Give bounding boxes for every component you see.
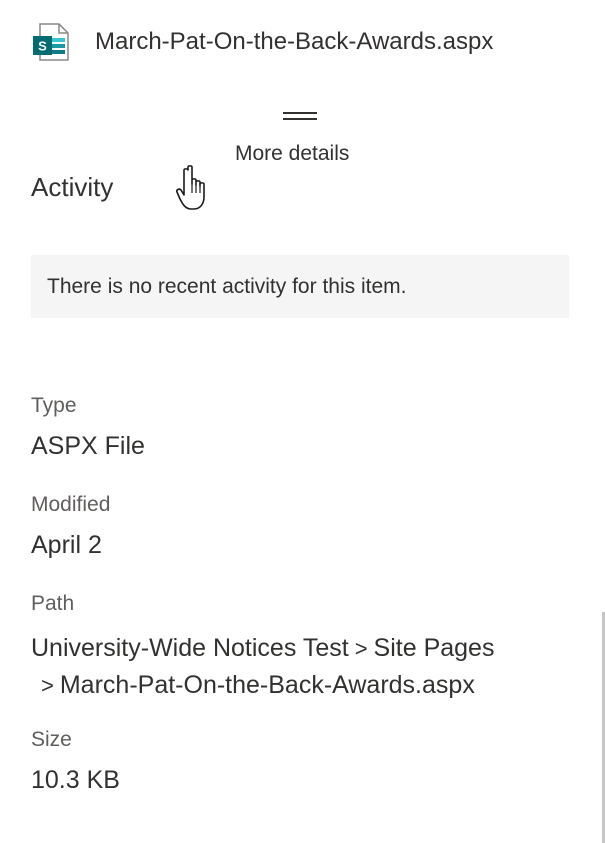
modified-label: Modified: [31, 493, 111, 516]
size-label: Size: [31, 728, 72, 751]
chevron-right-icon: >: [354, 636, 368, 661]
sharepoint-page-icon: S: [31, 22, 71, 62]
path-segment-library[interactable]: Site Pages: [374, 634, 495, 662]
more-details-grip-handle[interactable]: [283, 112, 317, 121]
path-label: Path: [31, 592, 75, 615]
path-segment-file[interactable]: March-Pat-On-the-Back-Awards.aspx: [60, 671, 475, 699]
file-name: March-Pat-On-the-Back-Awards.aspx: [95, 28, 494, 55]
activity-empty-message: There is no recent activity for this ite…: [47, 274, 407, 298]
details-pane: S March-Pat-On-the-Back-Awards.aspx More…: [0, 0, 602, 843]
type-value: ASPX File: [31, 432, 145, 460]
activity-heading: Activity: [31, 172, 114, 202]
path-breadcrumb: University-Wide Notices Test > Site Pages …: [31, 630, 571, 704]
size-value: 10.3 KB: [31, 766, 120, 794]
sharepoint-icon-letter: S: [38, 39, 47, 54]
hand-cursor-icon: [176, 165, 205, 210]
more-details-tooltip: More details: [235, 142, 350, 165]
chevron-right-icon: >: [41, 673, 54, 698]
details-header: S March-Pat-On-the-Back-Awards.aspx: [31, 20, 493, 64]
type-label: Type: [31, 394, 77, 417]
modified-value: April 2: [31, 531, 102, 559]
activity-empty-state: There is no recent activity for this ite…: [31, 255, 569, 318]
path-segment-site[interactable]: University-Wide Notices Test: [31, 634, 349, 662]
